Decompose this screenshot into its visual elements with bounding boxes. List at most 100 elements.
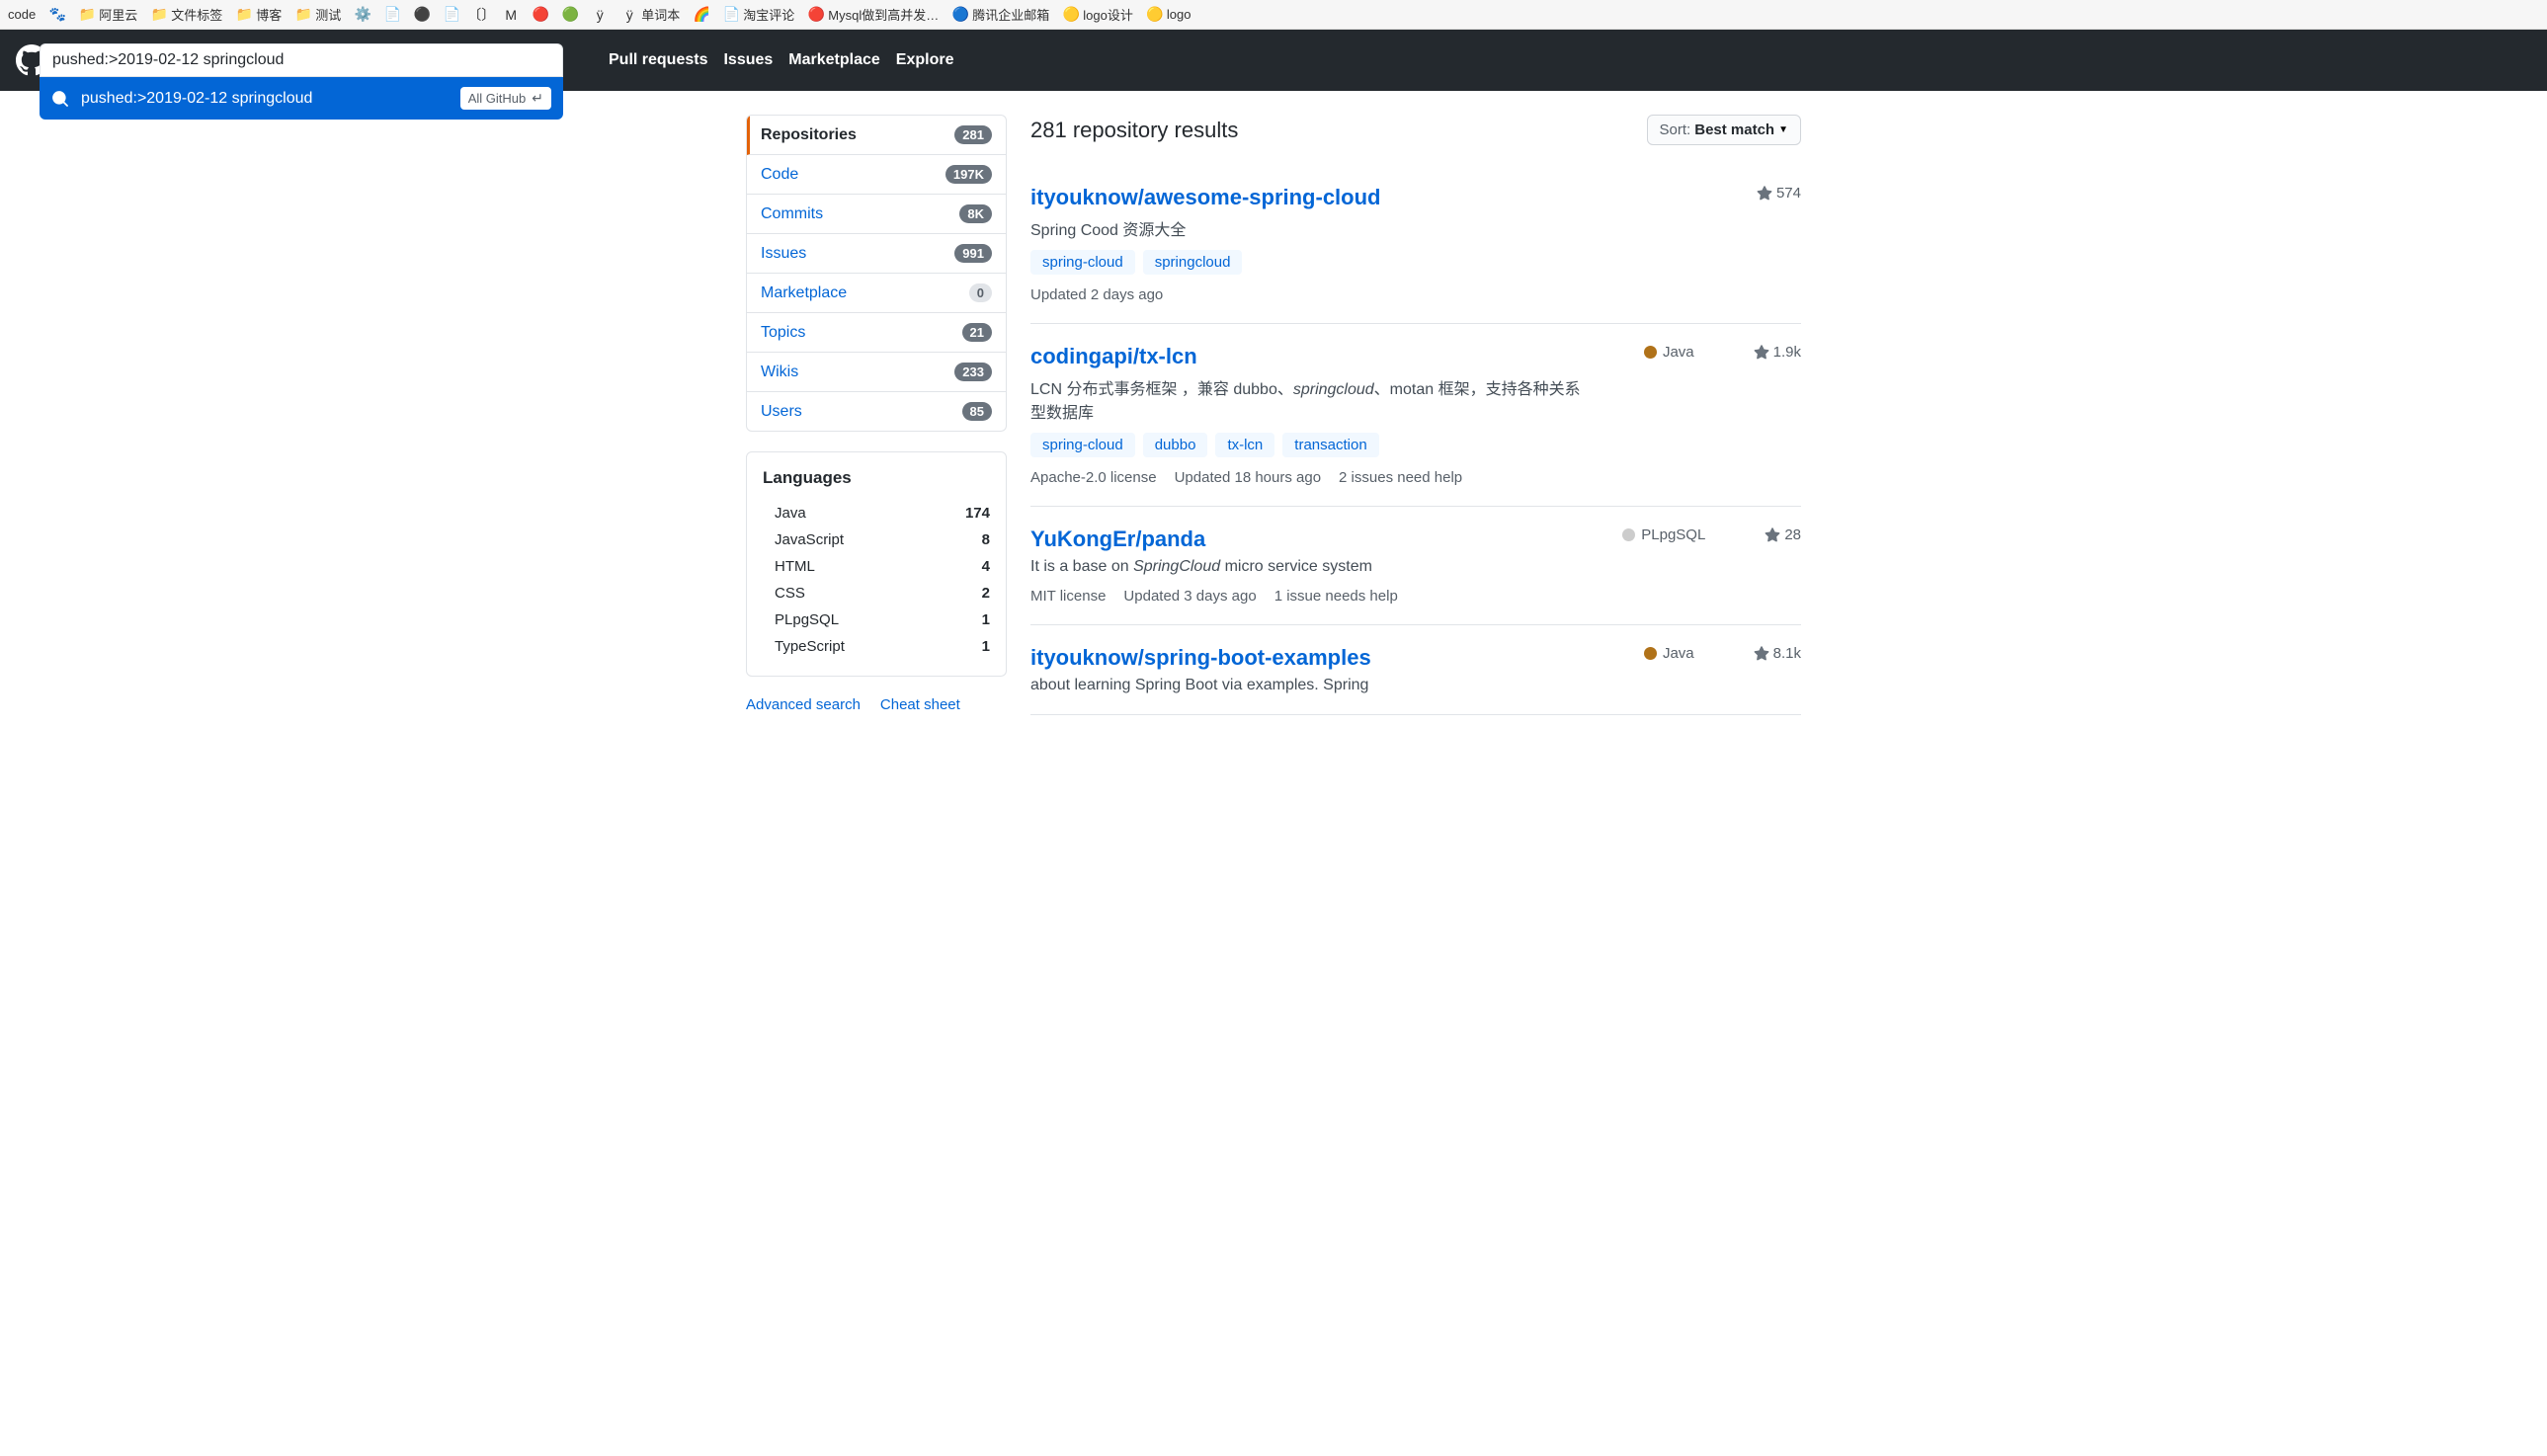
- filter-item-commits[interactable]: Commits8K: [747, 195, 1006, 234]
- bookmark-item[interactable]: 📁文件标签: [151, 5, 222, 24]
- bookmark-label: 测试: [315, 5, 341, 24]
- language-filter-item[interactable]: Java174: [763, 500, 990, 526]
- repo-description: LCN 分布式事务框架 ，兼容 dubbo、springcloud、motan …: [1030, 375, 1584, 423]
- topic-tag[interactable]: spring-cloud: [1030, 433, 1135, 457]
- filter-item-issues[interactable]: Issues991: [747, 234, 1006, 274]
- filter-item-repositories[interactable]: Repositories281: [747, 116, 1006, 155]
- bookmark-item[interactable]: 🌈: [694, 7, 709, 23]
- bookmark-icon: 📄: [384, 7, 400, 23]
- language-filter-item[interactable]: JavaScript8: [763, 526, 990, 553]
- topic-tag[interactable]: spring-cloud: [1030, 250, 1135, 275]
- bookmark-icon: 📁: [295, 7, 311, 23]
- enter-key-icon: ↵: [532, 90, 543, 107]
- bookmark-item[interactable]: ⚙️: [355, 7, 370, 23]
- github-header: pushed:>2019-02-12 springcloud All GitHu…: [0, 30, 2547, 91]
- main-content: Repositories281Code197KCommits8KIssues99…: [730, 91, 1817, 739]
- repo-meta-item: Apache-2.0 license: [1030, 469, 1157, 486]
- repo-stars[interactable]: 574: [1757, 185, 1801, 202]
- bookmark-item[interactable]: 〔〕: [473, 7, 489, 23]
- nav-explore[interactable]: Explore: [896, 51, 954, 69]
- filter-label: Commits: [761, 205, 823, 223]
- filter-item-wikis[interactable]: Wikis233: [747, 353, 1006, 392]
- filter-label: Repositories: [761, 126, 857, 144]
- repo-meta-item: Updated 3 days ago: [1123, 588, 1256, 605]
- sort-button[interactable]: Sort: Best match ▼: [1647, 115, 1801, 145]
- language-filter-item[interactable]: HTML4: [763, 553, 990, 580]
- language-count: 2: [982, 585, 990, 602]
- repo-stars[interactable]: 1.9k: [1754, 344, 1801, 361]
- bookmark-item[interactable]: 🔴Mysql做到高并发…: [808, 5, 939, 24]
- bookmark-item[interactable]: M: [503, 7, 519, 23]
- repo-item: YuKongEr/panda It is a base on SpringClou…: [1030, 507, 1801, 625]
- repo-name-link[interactable]: ityouknow/spring-boot-examples: [1030, 645, 1371, 670]
- repo-name-link[interactable]: YuKongEr/panda: [1030, 526, 1205, 551]
- repo-description: It is a base on SpringCloud micro servic…: [1030, 558, 1584, 576]
- repo-meta-item: MIT license: [1030, 588, 1106, 605]
- filter-item-users[interactable]: Users85: [747, 392, 1006, 431]
- bookmark-icon: ⚙️: [355, 7, 370, 23]
- repo-description: Spring Cood 资源大全: [1030, 216, 1584, 240]
- bookmark-item[interactable]: 📄淘宝评论: [723, 5, 794, 24]
- repo-description: about learning Spring Boot via examples.…: [1030, 677, 1584, 694]
- repo-name-link[interactable]: ityouknow/awesome-spring-cloud: [1030, 185, 1380, 209]
- bookmark-item[interactable]: 🔴: [533, 7, 548, 23]
- repo-language: Java: [1644, 344, 1694, 361]
- bookmark-item[interactable]: ӱ单词本: [621, 5, 680, 24]
- bookmark-item[interactable]: 📄: [444, 7, 459, 23]
- bookmark-icon: 🔴: [533, 7, 548, 23]
- search-suggestion-item[interactable]: pushed:>2019-02-12 springcloud All GitHu…: [40, 77, 563, 120]
- bookmark-item[interactable]: 🟡logo设计: [1063, 5, 1133, 24]
- filter-count: 197K: [945, 165, 992, 184]
- language-count: 1: [982, 638, 990, 655]
- language-filter-item[interactable]: CSS2: [763, 580, 990, 607]
- filter-item-code[interactable]: Code 197K: [747, 155, 1006, 195]
- bookmark-item[interactable]: ⚫: [414, 7, 430, 23]
- bookmark-item[interactable]: 🔵腾讯企业邮箱: [952, 5, 1049, 24]
- topic-tag[interactable]: dubbo: [1143, 433, 1208, 457]
- filter-label: Wikis: [761, 364, 798, 381]
- bookmark-item[interactable]: 📄: [384, 7, 400, 23]
- advanced-search-link[interactable]: Advanced search: [746, 696, 861, 713]
- language-name: PLpgSQL: [775, 611, 839, 628]
- topic-tag[interactable]: transaction: [1282, 433, 1378, 457]
- topic-tag[interactable]: springcloud: [1143, 250, 1243, 275]
- topic-tag[interactable]: tx-lcn: [1215, 433, 1274, 457]
- bookmark-item[interactable]: 🟢: [562, 7, 578, 23]
- filter-label: Code: [761, 166, 798, 184]
- filter-label: Users: [761, 403, 802, 421]
- bookmark-label: logo设计: [1083, 5, 1133, 24]
- repo-stars[interactable]: 8.1k: [1754, 645, 1801, 662]
- search-input[interactable]: [40, 43, 563, 77]
- bookmark-item[interactable]: 🟡logo: [1147, 7, 1191, 23]
- bookmark-item[interactable]: 📁博客: [236, 5, 282, 24]
- search-icon: [51, 90, 69, 108]
- nav-pull-requests[interactable]: Pull requests: [609, 51, 707, 69]
- repo-topics: spring-cloud dubbo tx-lcn transaction: [1030, 433, 1801, 457]
- language-filter-item[interactable]: TypeScript1: [763, 633, 990, 660]
- bookmark-label: code: [8, 7, 36, 22]
- repo-name-link[interactable]: codingapi/tx-lcn: [1030, 344, 1197, 368]
- languages-box: Languages Java174JavaScript8HTML4CSS2PLp…: [746, 451, 1007, 677]
- filter-item-topics[interactable]: Topics21: [747, 313, 1006, 353]
- bookmark-icon: ⚫: [414, 7, 430, 23]
- bookmark-item[interactable]: 📁阿里云: [79, 5, 137, 24]
- repo-meta-item: Updated 2 days ago: [1030, 286, 1163, 303]
- cheat-sheet-link[interactable]: Cheat sheet: [880, 696, 960, 713]
- filter-count: 0: [969, 283, 992, 302]
- nav-issues[interactable]: Issues: [723, 51, 773, 69]
- language-count: 8: [982, 531, 990, 548]
- repo-stars[interactable]: 28: [1765, 526, 1801, 543]
- bookmark-icon: 📄: [723, 7, 739, 23]
- filter-label: Topics: [761, 324, 805, 342]
- bookmark-label: 文件标签: [171, 5, 222, 24]
- bookmark-item[interactable]: ӱ: [592, 7, 608, 23]
- bookmark-item[interactable]: 📁测试: [295, 5, 341, 24]
- results-title: 281 repository results: [1030, 118, 1238, 143]
- filter-item-marketplace[interactable]: Marketplace0: [747, 274, 1006, 313]
- nav-marketplace[interactable]: Marketplace: [788, 51, 880, 69]
- bookmark-item[interactable]: 🐾: [49, 7, 65, 23]
- bookmark-item[interactable]: code: [8, 7, 36, 22]
- language-count: 4: [982, 558, 990, 575]
- language-filter-item[interactable]: PLpgSQL1: [763, 607, 990, 633]
- bookmark-icon: 📁: [151, 7, 167, 23]
